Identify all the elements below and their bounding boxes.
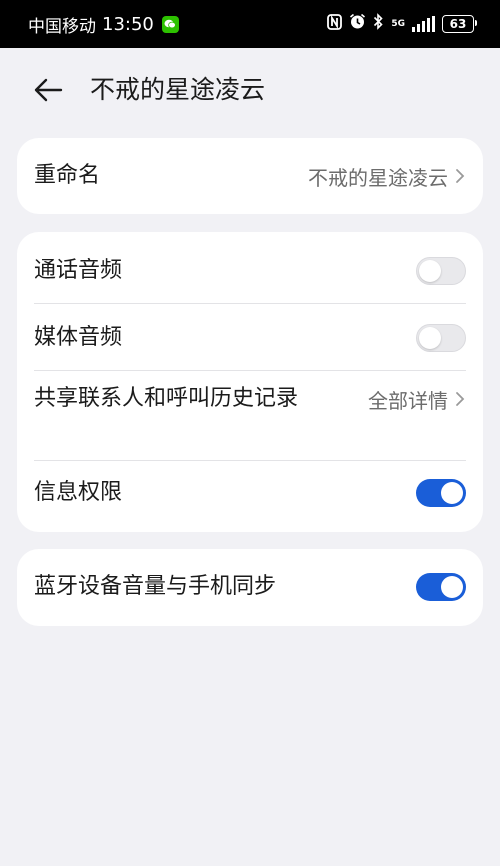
rename-row[interactable]: 重命名 不戒的星途凌云 — [34, 161, 466, 191]
media-audio-row: 媒体音频 — [34, 323, 466, 353]
sync-volume-card: 蓝牙设备音量与手机同步 — [17, 549, 483, 626]
share-contacts-value-group: 全部详情 — [368, 385, 466, 414]
toggle-knob — [441, 576, 463, 598]
info-permission-row: 信息权限 — [34, 478, 466, 508]
chevron-right-icon — [456, 392, 465, 406]
wechat-icon — [161, 15, 179, 33]
share-contacts-value: 全部详情 — [368, 388, 448, 413]
back-button[interactable] — [30, 72, 66, 108]
page-title: 不戒的星途凌云 — [90, 75, 266, 104]
sync-volume-toggle[interactable] — [416, 573, 466, 601]
nfc-icon — [327, 13, 343, 35]
call-audio-row: 通话音频 — [34, 256, 466, 286]
battery-icon: 63 — [442, 15, 477, 33]
clock: 13:50 — [102, 13, 154, 35]
sync-volume-label: 蓝牙设备音量与手机同步 — [34, 574, 277, 599]
rename-label: 重命名 — [34, 163, 101, 188]
share-contacts-label: 共享联系人和呼叫历史记录 — [34, 386, 299, 411]
battery-level: 63 — [449, 17, 467, 31]
rename-value-group: 不戒的星途凌云 — [308, 162, 466, 191]
divider — [34, 303, 466, 304]
status-bar: 中国移动 13:50 5G 63 — [0, 0, 500, 48]
bluetooth-icon — [373, 13, 384, 35]
alarm-icon — [349, 13, 366, 35]
toggle-knob — [419, 326, 441, 349]
network-type: 5G — [391, 18, 405, 29]
carrier-name: 中国移动 — [28, 16, 96, 37]
permissions-card: 通话音频 媒体音频 共享联系人和呼叫历史记录 全部详情 信息权限 — [17, 232, 483, 532]
call-audio-label: 通话音频 — [34, 258, 123, 283]
divider — [34, 370, 466, 371]
info-permission-label: 信息权限 — [34, 480, 123, 505]
chevron-right-icon — [456, 169, 465, 183]
sync-volume-row: 蓝牙设备音量与手机同步 — [34, 572, 466, 602]
rename-card: 重命名 不戒的星途凌云 — [17, 138, 483, 214]
arrow-left-icon — [34, 78, 63, 102]
share-contacts-row[interactable]: 共享联系人和呼叫历史记录 全部详情 — [34, 384, 466, 414]
toggle-knob — [419, 259, 441, 282]
toggle-knob — [441, 482, 463, 504]
signal-icon — [412, 16, 435, 32]
device-name-value: 不戒的星途凌云 — [308, 165, 448, 190]
info-permission-toggle[interactable] — [416, 479, 466, 507]
media-audio-label: 媒体音频 — [34, 325, 123, 350]
page-header: 不戒的星途凌云 — [0, 48, 500, 132]
call-audio-toggle[interactable] — [416, 257, 466, 285]
media-audio-toggle[interactable] — [416, 324, 466, 352]
divider — [34, 460, 466, 461]
status-left: 中国移动 13:50 — [28, 12, 179, 37]
status-right: 5G 63 — [327, 13, 477, 35]
